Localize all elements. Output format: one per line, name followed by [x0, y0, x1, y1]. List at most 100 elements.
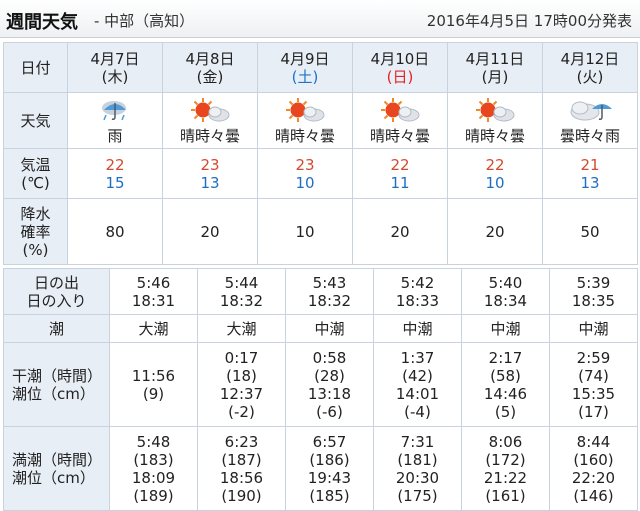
weather-cell: 晴時々曇	[162, 92, 258, 149]
day-of-week: (土)	[291, 67, 319, 86]
date-cell: 4月9日 (土)	[257, 42, 353, 93]
low-tide-level: (28)	[314, 366, 345, 385]
precipitation-value: 20	[352, 198, 448, 265]
weather-cell: 雨	[67, 92, 163, 149]
low-tide-row: 干潮（時間） 潮位（cm） 11:56 (9) 0:17 (18) 12:37 (-2) 0…	[3, 342, 638, 427]
sunset-time: 18:31	[131, 291, 176, 310]
min-temperature: 11	[390, 173, 410, 192]
temperature-label-line: 気温	[20, 155, 51, 174]
precipitation-row-label: 降水 確率 (%)	[3, 198, 68, 265]
sun-cloud-icon	[353, 97, 447, 127]
low-tide-time: 2:59	[576, 348, 611, 367]
page-title: 週間天気	[6, 12, 78, 33]
low-tide-level: (42)	[402, 366, 433, 385]
low-tide-level: (74)	[578, 366, 609, 385]
date-cell: 4月7日 (木)	[67, 42, 163, 93]
umbrella-icon	[68, 97, 162, 127]
weather-row: 天気 雨 晴時々曇 晴時々曇 晴時々曇 晴時々曇 曇時々雨	[3, 92, 638, 149]
max-temperature: 23	[200, 155, 220, 174]
temperature-row: 気温 (℃) 22 15 23 13 23 10 22 11 22 10 21 13	[3, 148, 638, 199]
high-tide-level: (183)	[133, 450, 174, 469]
low-tide-level: (17)	[578, 402, 609, 421]
sunrise-time: 5:39	[576, 273, 611, 292]
weather-cell: 晴時々曇	[352, 92, 448, 149]
sunrise-time: 5:44	[224, 273, 259, 292]
low-tide-cell: 0:17 (18) 12:37 (-2)	[197, 342, 286, 427]
high-tide-level: (146)	[573, 486, 614, 505]
day-date: 4月8日	[185, 49, 235, 68]
min-temperature: 10	[295, 173, 315, 192]
date-row-label: 日付	[3, 42, 68, 93]
date-cell: 4月10日 (日)	[352, 42, 448, 93]
high-tide-time: 6:57	[312, 432, 347, 451]
sun-times-cell: 5:42 18:33	[373, 268, 462, 315]
sunset-time: 18:34	[483, 291, 528, 310]
high-tide-time: 6:23	[224, 432, 259, 451]
max-temperature: 22	[485, 155, 505, 174]
low-tide-cell: 1:37 (42) 14:01 (-4)	[373, 342, 462, 427]
precipitation-value: 20	[162, 198, 258, 265]
date-cell: 4月8日 (金)	[162, 42, 258, 93]
day-of-week: (金)	[196, 67, 224, 86]
high-tide-time: 22:20	[571, 468, 616, 487]
high-tide-time: 18:56	[219, 468, 264, 487]
sunrise-time: 5:43	[312, 273, 347, 292]
low-tide-cell: 0:58 (28) 13:18 (-6)	[285, 342, 374, 427]
low-tide-time: 14:46	[483, 384, 528, 403]
min-temperature: 13	[580, 173, 600, 192]
date-cell: 4月12日 (火)	[542, 42, 638, 93]
low-tide-level: (5)	[494, 402, 517, 421]
temperature-cell: 23 13	[162, 148, 258, 199]
low-tide-level: (-4)	[404, 402, 431, 421]
sunrise-label: 日の出	[33, 273, 79, 292]
high-tide-cell: 6:23 (187) 18:56 (190)	[197, 426, 286, 511]
sunset-time: 18:35	[571, 291, 616, 310]
temperature-cell: 23 10	[257, 148, 353, 199]
day-of-week: (日)	[386, 67, 414, 86]
cloud-umbrella-icon	[543, 97, 637, 127]
weekly-weather-table: 日付 4月7日 (木) 4月8日 (金) 4月9日 (土) 4月10日 (日) 4月11日 (月)…	[3, 42, 638, 265]
precipitation-value: 10	[257, 198, 353, 265]
low-tide-level: (18)	[226, 366, 257, 385]
day-of-week: (火)	[576, 67, 604, 86]
precipitation-value: 20	[447, 198, 543, 265]
max-temperature: 21	[580, 155, 600, 174]
high-tide-cell: 8:44 (160) 22:20 (146)	[549, 426, 638, 511]
low-tide-time: 2:17	[488, 348, 523, 367]
high-tide-label-level: 潮位（cm）	[12, 468, 95, 487]
sunrise-time: 5:46	[136, 273, 171, 292]
high-tide-level: (172)	[485, 450, 526, 469]
weather-description: 晴時々曇	[274, 126, 335, 145]
high-tide-cell: 6:57 (186) 19:43 (185)	[285, 426, 374, 511]
day-date: 4月7日	[90, 49, 140, 68]
max-temperature: 22	[105, 155, 125, 174]
low-tide-time: 12:37	[219, 384, 264, 403]
precipitation-label-line-2: 確率	[20, 222, 51, 241]
day-date: 4月12日	[560, 49, 620, 68]
sun-cloud-icon	[448, 97, 542, 127]
low-tide-label: 干潮（時間） 潮位（cm）	[3, 342, 110, 427]
high-tide-cell: 8:06 (172) 21:22 (161)	[461, 426, 550, 511]
weather-description: 晴時々曇	[464, 126, 525, 145]
precipitation-row: 降水 確率 (%) 80 20 10 20 20 50	[3, 198, 638, 265]
high-tide-time: 5:48	[136, 432, 171, 451]
low-tide-time: 0:17	[224, 348, 259, 367]
sunset-label: 日の入り	[26, 291, 87, 310]
sun-times-cell: 5:43 18:32	[285, 268, 374, 315]
high-tide-label: 満潮（時間） 潮位（cm）	[3, 426, 110, 511]
sun-times-cell: 5:46 18:31	[109, 268, 198, 315]
weather-description: 雨	[107, 126, 123, 145]
sun-times-cell: 5:40 18:34	[461, 268, 550, 315]
low-tide-cell: 11:56 (9)	[109, 342, 198, 427]
tide-table: 日の出 日の入り 5:46 18:31 5:44 18:32 5:43 18:32 5:42…	[3, 268, 638, 511]
max-temperature: 23	[295, 155, 315, 174]
low-tide-time: 15:35	[571, 384, 616, 403]
high-tide-level: (181)	[397, 450, 438, 469]
min-temperature: 15	[105, 173, 125, 192]
weather-description: 晴時々曇	[369, 126, 430, 145]
region-label: - 中部（高知）	[94, 12, 195, 30]
weather-row-label: 天気	[3, 92, 68, 149]
tide-type-value: 大潮	[109, 314, 198, 343]
low-tide-time: 11:56	[131, 366, 176, 385]
weather-description: 晴時々曇	[179, 126, 240, 145]
